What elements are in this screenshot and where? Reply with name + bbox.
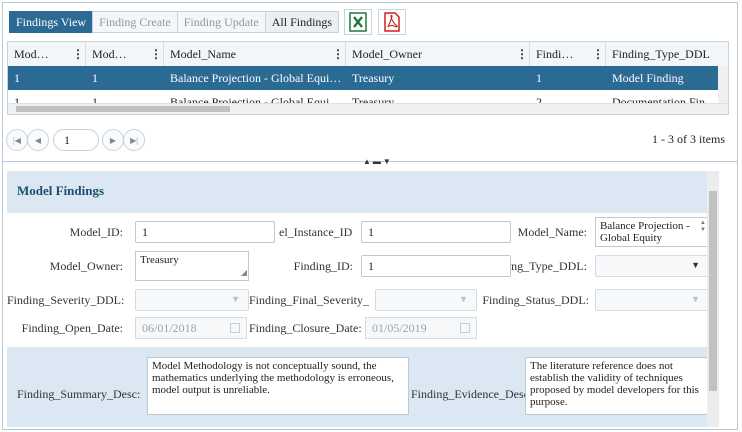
form-body: Model_ID: 1 el_Instance_ID: 1 Model_Name…	[7, 213, 719, 347]
pager-info: 1 - 3 of 3 items	[652, 132, 725, 146]
finding-evidence-label: Finding_Evidence_Desc:	[411, 387, 531, 401]
finding-open-date-picker[interactable]: 06/01/2018	[135, 317, 247, 339]
pane-splitter[interactable]: ▲ ▬ ▼	[3, 157, 737, 170]
last-page-button[interactable]: ▶|	[123, 129, 145, 151]
findings-grid: Mod… ⋮ Mod… ⋮ Model_Name ⋮ Model_Owner ⋮…	[7, 41, 729, 115]
calendar-icon[interactable]	[230, 323, 240, 333]
cell-finding-type: Model Finding	[612, 71, 684, 85]
finding-open-date-value: 06/01/2018	[142, 321, 197, 335]
pager: |◀ ◀ 1 ▶ ▶| 1 - 3 of 3 items	[6, 121, 729, 159]
scrollbar-thumb[interactable]	[16, 106, 230, 112]
panel-vertical-scrollbar[interactable]	[707, 171, 719, 427]
model-owner-field[interactable]: Treasury ◢	[135, 251, 249, 281]
chevron-down-icon: ▼	[691, 294, 700, 304]
finding-evidence-field[interactable]: The literature reference does not establ…	[525, 357, 709, 415]
model-owner-value: Treasury	[140, 254, 179, 266]
finding-id-label: Finding_ID:	[293, 259, 353, 273]
column-menu-icon[interactable]: ⋮	[150, 42, 162, 66]
finding-final-severity-dropdown[interactable]: ▼	[375, 289, 477, 311]
page-number-input[interactable]: 1	[53, 129, 99, 151]
grid-header: Mod… ⋮ Mod… ⋮ Model_Name ⋮ Model_Owner ⋮…	[8, 42, 728, 67]
export-excel-button[interactable]	[344, 9, 373, 35]
finding-status-label: Finding_Status_DDL:	[482, 293, 589, 307]
table-row[interactable]: 1 1 Balance Projection - Global Equi… Tr…	[8, 66, 728, 90]
finding-type-dropdown[interactable]: ▼	[595, 255, 709, 277]
finding-final-severity-label: Finding_Final_Severity_	[249, 293, 369, 307]
cell-model-name: Balance Projection - Global Equi…	[170, 71, 342, 85]
cell-finding-id: 1	[536, 71, 542, 85]
last-page-icon: ▶|	[130, 135, 138, 145]
scrollbar-thumb[interactable]	[709, 191, 717, 391]
splitter-grip-icon[interactable]: ▲ ▬ ▼	[363, 157, 391, 166]
chevron-down-icon: ▼	[231, 294, 240, 304]
model-name-value: Balance Projection - Global Equity	[600, 220, 690, 244]
finding-summary-label: Finding_Summary_Desc:	[17, 387, 141, 401]
finding-status-dropdown[interactable]: ▼	[595, 289, 709, 311]
tab-findings-view[interactable]: Findings View	[9, 11, 94, 33]
column-menu-icon[interactable]: ⋮	[332, 42, 344, 66]
excel-icon	[349, 12, 367, 32]
finding-severity-dropdown[interactable]: ▼	[135, 289, 249, 311]
model-name-label: Model_Name:	[517, 225, 587, 239]
scroll-arrows-icon[interactable]: ▲ ▼	[700, 220, 706, 234]
grid-horizontal-scrollbar[interactable]	[8, 103, 728, 114]
findings-window: Findings View Finding Create Finding Upd…	[2, 2, 738, 430]
chevron-down-icon: ▼	[691, 260, 700, 270]
tab-finding-update[interactable]: Finding Update	[176, 11, 266, 33]
resize-handle-icon[interactable]: ◢	[241, 267, 247, 279]
toolbar: Findings View Finding Create Finding Upd…	[9, 9, 407, 35]
finding-summary-field[interactable]: Model Methodology is not conceptually so…	[147, 357, 409, 415]
model-id-label: Model_ID:	[69, 225, 123, 239]
next-page-button[interactable]: ▶	[102, 129, 124, 151]
previous-page-icon: ◀	[34, 135, 42, 145]
tab-all-findings[interactable]: All Findings	[264, 11, 340, 33]
export-pdf-button[interactable]	[378, 9, 407, 35]
column-menu-icon[interactable]: ⋮	[516, 42, 528, 66]
model-instance-id-label: el_Instance_ID:	[279, 225, 353, 239]
previous-page-button[interactable]: ◀	[27, 129, 49, 151]
finding-evidence-value: The literature reference does not establ…	[530, 360, 699, 408]
chevron-down-icon: ▼	[459, 294, 468, 304]
grid-vertical-scrollbar[interactable]	[718, 66, 728, 106]
pdf-icon	[384, 12, 400, 32]
finding-type-label: ng_Type_DDL:	[511, 259, 587, 273]
panel-title: Model Findings	[17, 183, 105, 198]
first-page-icon: |◀	[13, 135, 21, 145]
model-name-field[interactable]: Balance Projection - Global Equity ▲ ▼	[595, 217, 709, 247]
column-menu-icon[interactable]: ⋮	[72, 42, 84, 66]
column-menu-icon[interactable]: ⋮	[592, 42, 604, 66]
column-header-model-name[interactable]: Model_Name	[164, 42, 346, 66]
finding-open-date-label: Finding_Open_Date:	[21, 321, 123, 335]
model-findings-panel: Model Findings Model_ID: 1 el_Instance_I…	[7, 171, 719, 427]
column-header-finding-type[interactable]: Finding_Type_DDL	[606, 42, 728, 66]
finding-severity-label: Finding_Severity_DDL:	[7, 293, 125, 307]
model-owner-label: Model_Owner:	[49, 259, 123, 273]
tab-finding-create[interactable]: Finding Create	[92, 11, 178, 33]
finding-closure-date-label: Finding_Closure_Date:	[249, 321, 361, 335]
finding-summary-value: Model Methodology is not conceptually so…	[152, 360, 394, 396]
calendar-icon[interactable]	[460, 323, 470, 333]
column-header-model-owner[interactable]: Model_Owner	[346, 42, 530, 66]
model-instance-id-field[interactable]: 1	[361, 221, 511, 243]
next-page-icon: ▶	[109, 135, 117, 145]
cell-model-instance-id: 1	[92, 71, 98, 85]
finding-id-field[interactable]: 1	[361, 255, 511, 277]
model-id-field[interactable]: 1	[135, 221, 275, 243]
cell-model-id: 1	[14, 71, 20, 85]
finding-closure-date-picker[interactable]: 01/05/2019	[365, 317, 477, 339]
first-page-button[interactable]: |◀	[6, 129, 28, 151]
finding-closure-date-value: 01/05/2019	[372, 321, 427, 335]
cell-model-owner: Treasury	[352, 71, 395, 85]
